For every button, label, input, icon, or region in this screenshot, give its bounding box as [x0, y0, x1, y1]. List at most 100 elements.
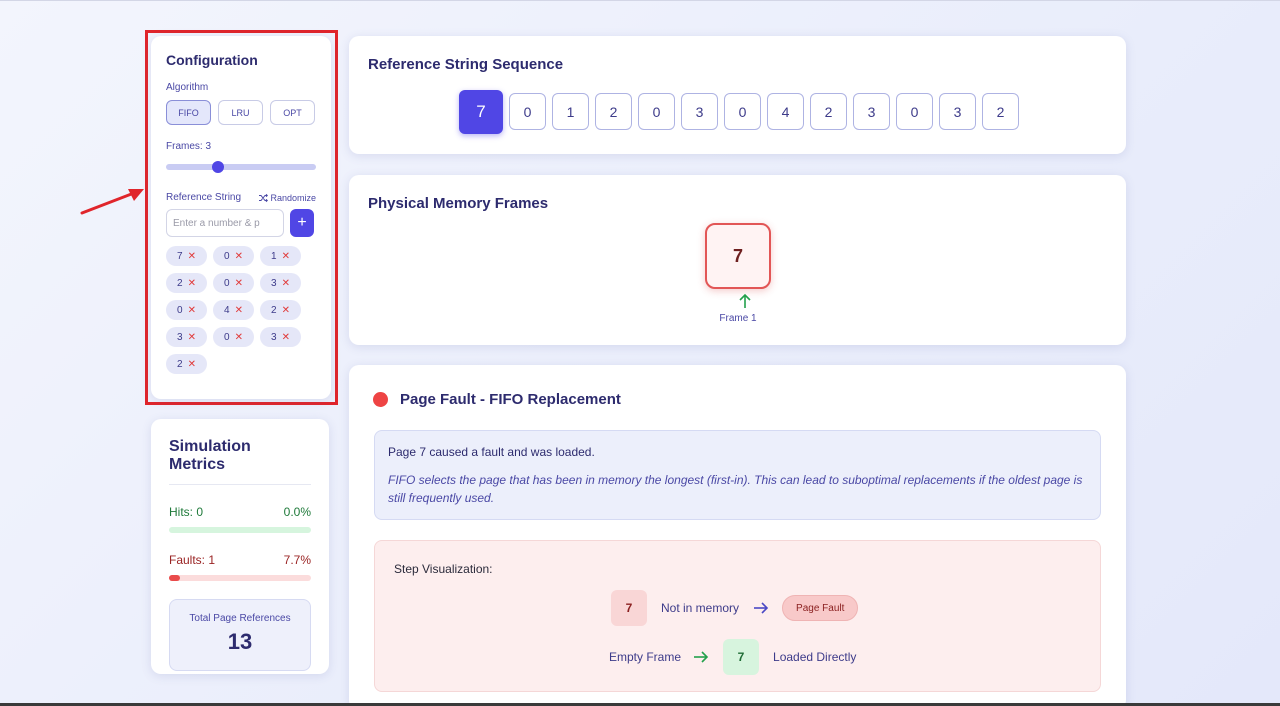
reference-chips: 7 ✕ 0 ✕ 1 ✕ 2 ✕ 0 ✕ 3 ✕ 0 ✕ 4 ✕ 2 ✕ 3 ✕ 0 ✕ 3 ✕ 2 ✕ — [166, 246, 316, 374]
step1-page: 7 — [611, 590, 647, 626]
top-border — [0, 0, 1280, 1]
step-title: Step Visualization: — [394, 562, 493, 576]
reference-chip: 0 ✕ — [213, 327, 254, 347]
remove-chip-icon[interactable]: ✕ — [235, 332, 243, 343]
hits-label: Hits: 0 — [169, 505, 204, 519]
fault-panel: Page Fault - FIFO Replacement Page 7 cau… — [349, 365, 1126, 706]
chip-value: 0 — [177, 304, 183, 316]
frames-panel: Physical Memory Frames 7 Frame 1 — [349, 175, 1126, 345]
remove-chip-icon[interactable]: ✕ — [188, 359, 196, 370]
sequence-panel: Reference String Sequence 7012030423032 — [349, 36, 1126, 154]
reference-chip: 4 ✕ — [213, 300, 254, 320]
step-visualization: Step Visualization: 7 Not in memory Page… — [374, 540, 1101, 692]
faults-bar — [169, 575, 311, 581]
add-reference-button[interactable]: + — [290, 209, 314, 237]
step2-text: Empty Frame — [609, 650, 682, 664]
chip-value: 2 — [177, 358, 183, 370]
randomize-button[interactable]: Randomize — [258, 193, 316, 203]
remove-chip-icon[interactable]: ✕ — [188, 251, 196, 262]
reference-chip: 1 ✕ — [260, 246, 301, 266]
remove-chip-icon[interactable]: ✕ — [235, 305, 243, 316]
sequence-cell: 2 — [595, 93, 632, 130]
arrow-right-icon — [754, 602, 769, 614]
remove-chip-icon[interactable]: ✕ — [188, 332, 196, 343]
sequence-cell: 3 — [681, 93, 718, 130]
sequence-cell: 0 — [509, 93, 546, 130]
reference-chip: 0 ✕ — [166, 300, 207, 320]
sequence-cell: 3 — [939, 93, 976, 130]
sequence-cell: 2 — [982, 93, 1019, 130]
shuffle-icon — [259, 193, 269, 202]
remove-chip-icon[interactable]: ✕ — [188, 305, 196, 316]
sequence-cell: 0 — [638, 93, 675, 130]
chip-value: 3 — [177, 331, 183, 343]
algo-button-opt[interactable]: OPT — [270, 100, 315, 125]
chip-value: 2 — [177, 277, 183, 289]
remove-chip-icon[interactable]: ✕ — [235, 251, 243, 262]
hits-bar — [169, 527, 311, 533]
step1-text: Not in memory — [661, 601, 740, 615]
fault-title: Page Fault - FIFO Replacement — [400, 391, 621, 408]
frames-slider[interactable] — [166, 161, 316, 173]
remove-chip-icon[interactable]: ✕ — [282, 278, 290, 289]
remove-chip-icon[interactable]: ✕ — [282, 305, 290, 316]
total-references-box: Total Page References 13 — [169, 599, 311, 671]
page-fault-badge: Page Fault — [782, 595, 859, 621]
faults-label: Faults: 1 — [169, 553, 216, 567]
reference-chip: 2 ✕ — [260, 300, 301, 320]
chip-value: 0 — [224, 277, 230, 289]
reference-string-label: Reference String — [166, 192, 242, 203]
remove-chip-icon[interactable]: ✕ — [282, 332, 290, 343]
frames-slider-thumb[interactable] — [212, 161, 224, 173]
chip-value: 2 — [271, 304, 277, 316]
chip-value: 0 — [224, 331, 230, 343]
reference-chip: 3 ✕ — [260, 327, 301, 347]
arrow-up-icon — [739, 293, 751, 308]
fault-info-box: Page 7 caused a fault and was loaded. FI… — [374, 430, 1101, 520]
config-panel: Configuration Algorithm FIFO LRU OPT Fra… — [151, 36, 331, 399]
total-references-value: 13 — [227, 629, 253, 654]
sequence-cell: 0 — [724, 93, 761, 130]
sequence-cell: 0 — [896, 93, 933, 130]
sequence-row: 7012030423032 — [459, 90, 1019, 134]
sequence-cell: 2 — [810, 93, 847, 130]
chip-value: 3 — [271, 277, 277, 289]
sequence-cell: 3 — [853, 93, 890, 130]
algorithm-selector: FIFO LRU OPT — [166, 100, 316, 125]
algo-button-fifo[interactable]: FIFO — [166, 100, 211, 125]
sequence-cell: 4 — [767, 93, 804, 130]
total-references-label: Total Page References — [189, 613, 291, 624]
arrow-right-icon — [694, 651, 709, 663]
metrics-title: Simulation Metrics — [169, 438, 311, 485]
frame-label: Frame 1 — [719, 313, 757, 324]
annotation-arrow-icon — [80, 189, 144, 215]
reference-chip: 3 ✕ — [260, 273, 301, 293]
chip-value: 1 — [271, 250, 277, 262]
reference-chip: 3 ✕ — [166, 327, 207, 347]
step2-result: Loaded Directly — [773, 650, 857, 664]
metrics-panel: Simulation Metrics Hits: 0 0.0% Faults: … — [151, 419, 329, 674]
chip-value: 7 — [177, 250, 183, 262]
config-title: Configuration — [166, 52, 258, 68]
remove-chip-icon[interactable]: ✕ — [235, 278, 243, 289]
sequence-title: Reference String Sequence — [368, 56, 564, 73]
fault-description: FIFO selects the page that has been in m… — [388, 473, 1083, 505]
reference-chip: 2 ✕ — [166, 273, 207, 293]
algorithm-label: Algorithm — [166, 82, 209, 93]
chip-value: 0 — [224, 250, 230, 262]
frames-label: Frames: 3 — [166, 141, 212, 152]
remove-chip-icon[interactable]: ✕ — [188, 278, 196, 289]
algo-button-lru[interactable]: LRU — [218, 100, 263, 125]
randomize-label: Randomize — [270, 192, 316, 203]
remove-chip-icon[interactable]: ✕ — [282, 251, 290, 262]
reference-chip: 2 ✕ — [166, 354, 207, 374]
sequence-cell: 1 — [552, 93, 589, 130]
faults-percent: 7.7% — [283, 553, 311, 567]
reference-chip: 7 ✕ — [166, 246, 207, 266]
fault-message: Page 7 caused a fault and was loaded. — [388, 445, 595, 459]
hits-percent: 0.0% — [283, 505, 311, 519]
reference-chip: 0 ✕ — [213, 273, 254, 293]
sequence-cell-current: 7 — [459, 90, 503, 134]
reference-input[interactable] — [166, 209, 284, 237]
faults-bar-fill — [169, 575, 180, 581]
